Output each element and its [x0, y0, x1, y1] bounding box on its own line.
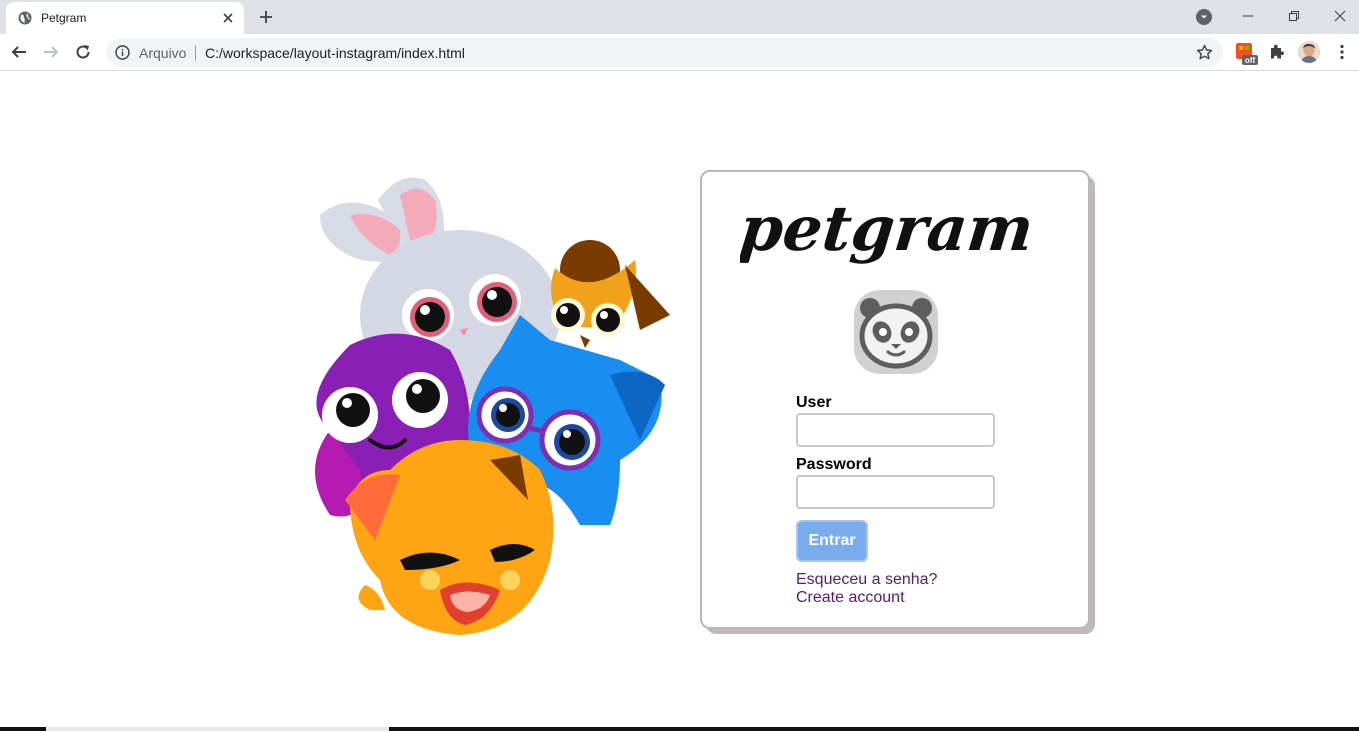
- close-icon: [1334, 10, 1346, 22]
- owl-character: [551, 240, 670, 348]
- tab-strip: Petgram: [0, 0, 1359, 34]
- address-scheme: Arquivo: [139, 45, 187, 61]
- minimize-button[interactable]: [1225, 0, 1271, 32]
- minimize-icon: [1243, 15, 1253, 17]
- create-account-link[interactable]: Create account: [796, 589, 905, 607]
- taskbar-edge: [0, 727, 1359, 731]
- forward-button[interactable]: [40, 41, 62, 63]
- restore-button[interactable]: [1271, 0, 1317, 32]
- star-icon[interactable]: [1196, 44, 1213, 61]
- arrow-left-icon: [11, 46, 26, 58]
- password-label: Password: [796, 456, 872, 473]
- svg-text:petgram: petgram: [740, 192, 1037, 265]
- plus-icon[interactable]: [257, 8, 275, 26]
- avatar[interactable]: [1298, 41, 1320, 63]
- login-button[interactable]: Entrar: [796, 520, 868, 562]
- forgot-password-link[interactable]: Esqueceu a senha?: [796, 571, 937, 589]
- extension-off-icon[interactable]: off: [1236, 43, 1258, 65]
- taskbar-segment: [46, 727, 389, 731]
- restore-icon: [1289, 11, 1299, 21]
- tab-title: Petgram: [41, 11, 87, 25]
- user-input[interactable]: [796, 413, 995, 447]
- address-bar[interactable]: Arquivo C:/workspace/layout-instagram/in…: [106, 38, 1223, 67]
- extension-badge: off: [1245, 56, 1256, 65]
- tab-search-button[interactable]: [1196, 9, 1212, 25]
- address-separator: [195, 45, 196, 61]
- panda-avatar-icon: [854, 290, 938, 374]
- user-label: User: [796, 394, 832, 411]
- reload-icon: [76, 45, 90, 59]
- close-icon[interactable]: [220, 10, 236, 26]
- petgram-logo: petgram: [740, 192, 1037, 265]
- pets-illustration: [315, 177, 670, 635]
- back-button[interactable]: [8, 41, 30, 63]
- address-url[interactable]: C:/workspace/layout-instagram/index.html: [205, 45, 465, 61]
- puzzle-icon[interactable]: [1268, 43, 1286, 61]
- close-window-button[interactable]: [1317, 0, 1359, 32]
- kebab-menu-icon[interactable]: [1333, 43, 1351, 61]
- browser-toolbar: Arquivo C:/workspace/layout-instagram/in…: [0, 34, 1359, 71]
- password-input[interactable]: [796, 475, 995, 509]
- login-card: petgram User Password Entrar Esqueceu a …: [700, 170, 1090, 629]
- chevron-down-icon: [1201, 15, 1207, 19]
- globe-icon: [18, 11, 32, 25]
- info-icon[interactable]: [115, 45, 130, 60]
- browser-tab[interactable]: Petgram: [6, 2, 244, 34]
- reload-button[interactable]: [72, 41, 94, 63]
- arrow-right-icon: [44, 46, 59, 58]
- profile-picture: [1298, 41, 1320, 63]
